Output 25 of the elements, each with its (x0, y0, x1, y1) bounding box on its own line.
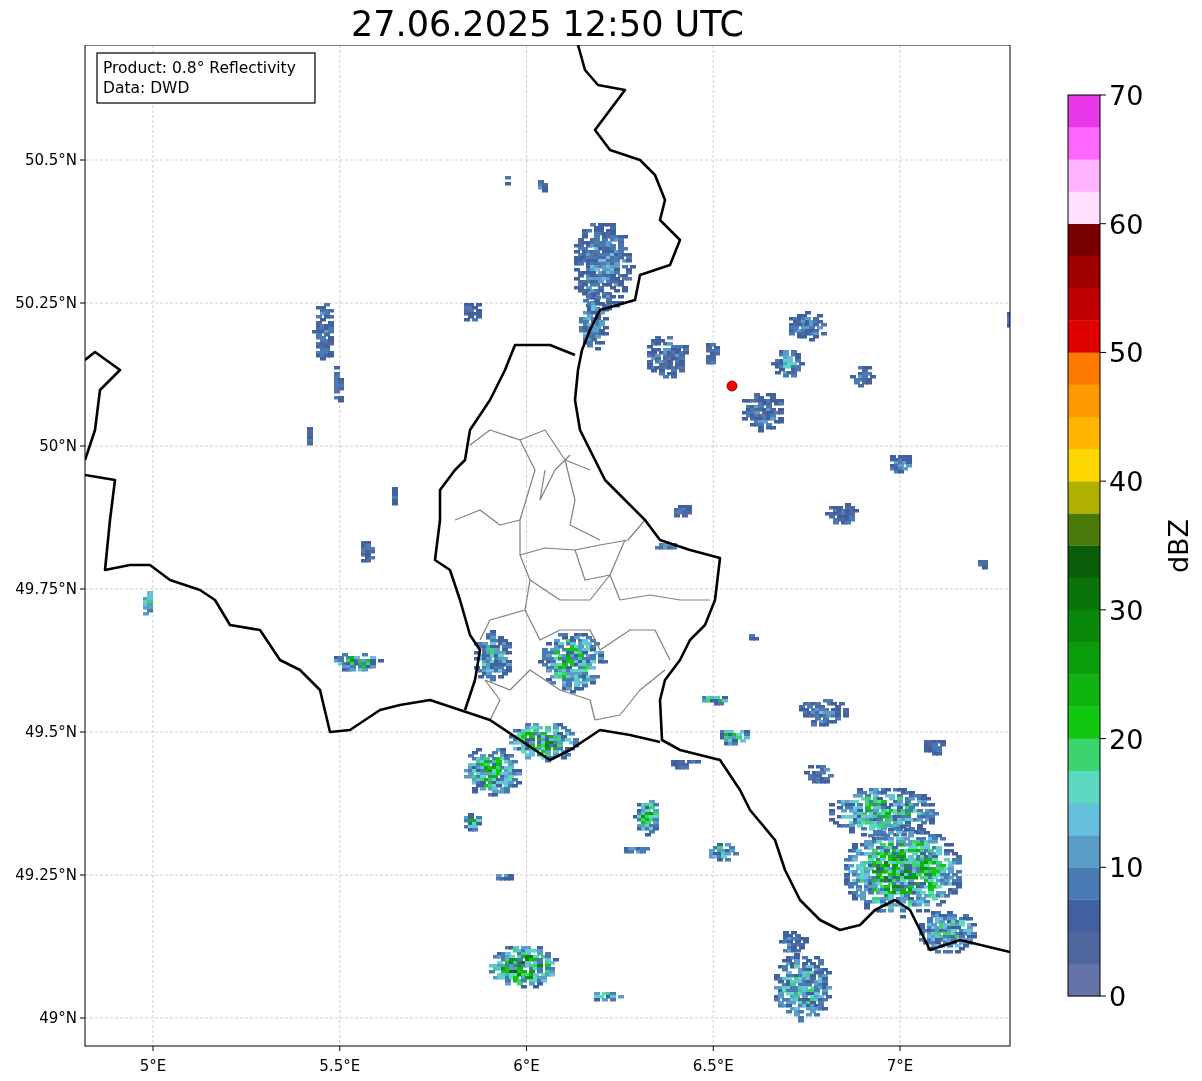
colorbar-tick-label: 20 (1109, 723, 1144, 755)
plot-title: 27.06.2025 12:50 UTC (351, 3, 744, 45)
longitude-label: 6°E (513, 1057, 540, 1075)
latitude-label: 49.75°N (15, 580, 77, 598)
colorbar-tick-label: 40 (1109, 466, 1144, 498)
latitude-label: 50.5°N (24, 151, 77, 169)
latitude-label: 49°N (39, 1009, 77, 1027)
longitude-label: 5.5°E (319, 1057, 361, 1075)
colorbar-tick-label: 70 (1109, 80, 1144, 111)
longitude-label: 7°E (886, 1057, 914, 1075)
colorbar-tick-label: 60 (1109, 208, 1144, 240)
longitude-label: 6.5°E (692, 1057, 734, 1075)
radar-site-marker (726, 380, 738, 392)
colorbar-tick-label: 0 (1109, 981, 1127, 1012)
latitude-label: 50°N (39, 437, 77, 455)
longitude-label: 5°E (139, 1057, 167, 1075)
colorbar-tick-label: 10 (1109, 852, 1144, 884)
annotation-text: Data: DWD (103, 79, 190, 97)
colorbar-tick-label: 30 (1109, 594, 1144, 626)
annotation-text: Product: 0.8° Reflectivity (103, 59, 296, 77)
colorbar-label: dBZ (1163, 518, 1194, 574)
latitude-label: 49.25°N (15, 866, 77, 884)
colorbar-tick-label: 50 (1109, 337, 1144, 369)
latitude-label: 50.25°N (15, 294, 77, 312)
latitude-label: 49.5°N (24, 723, 77, 741)
